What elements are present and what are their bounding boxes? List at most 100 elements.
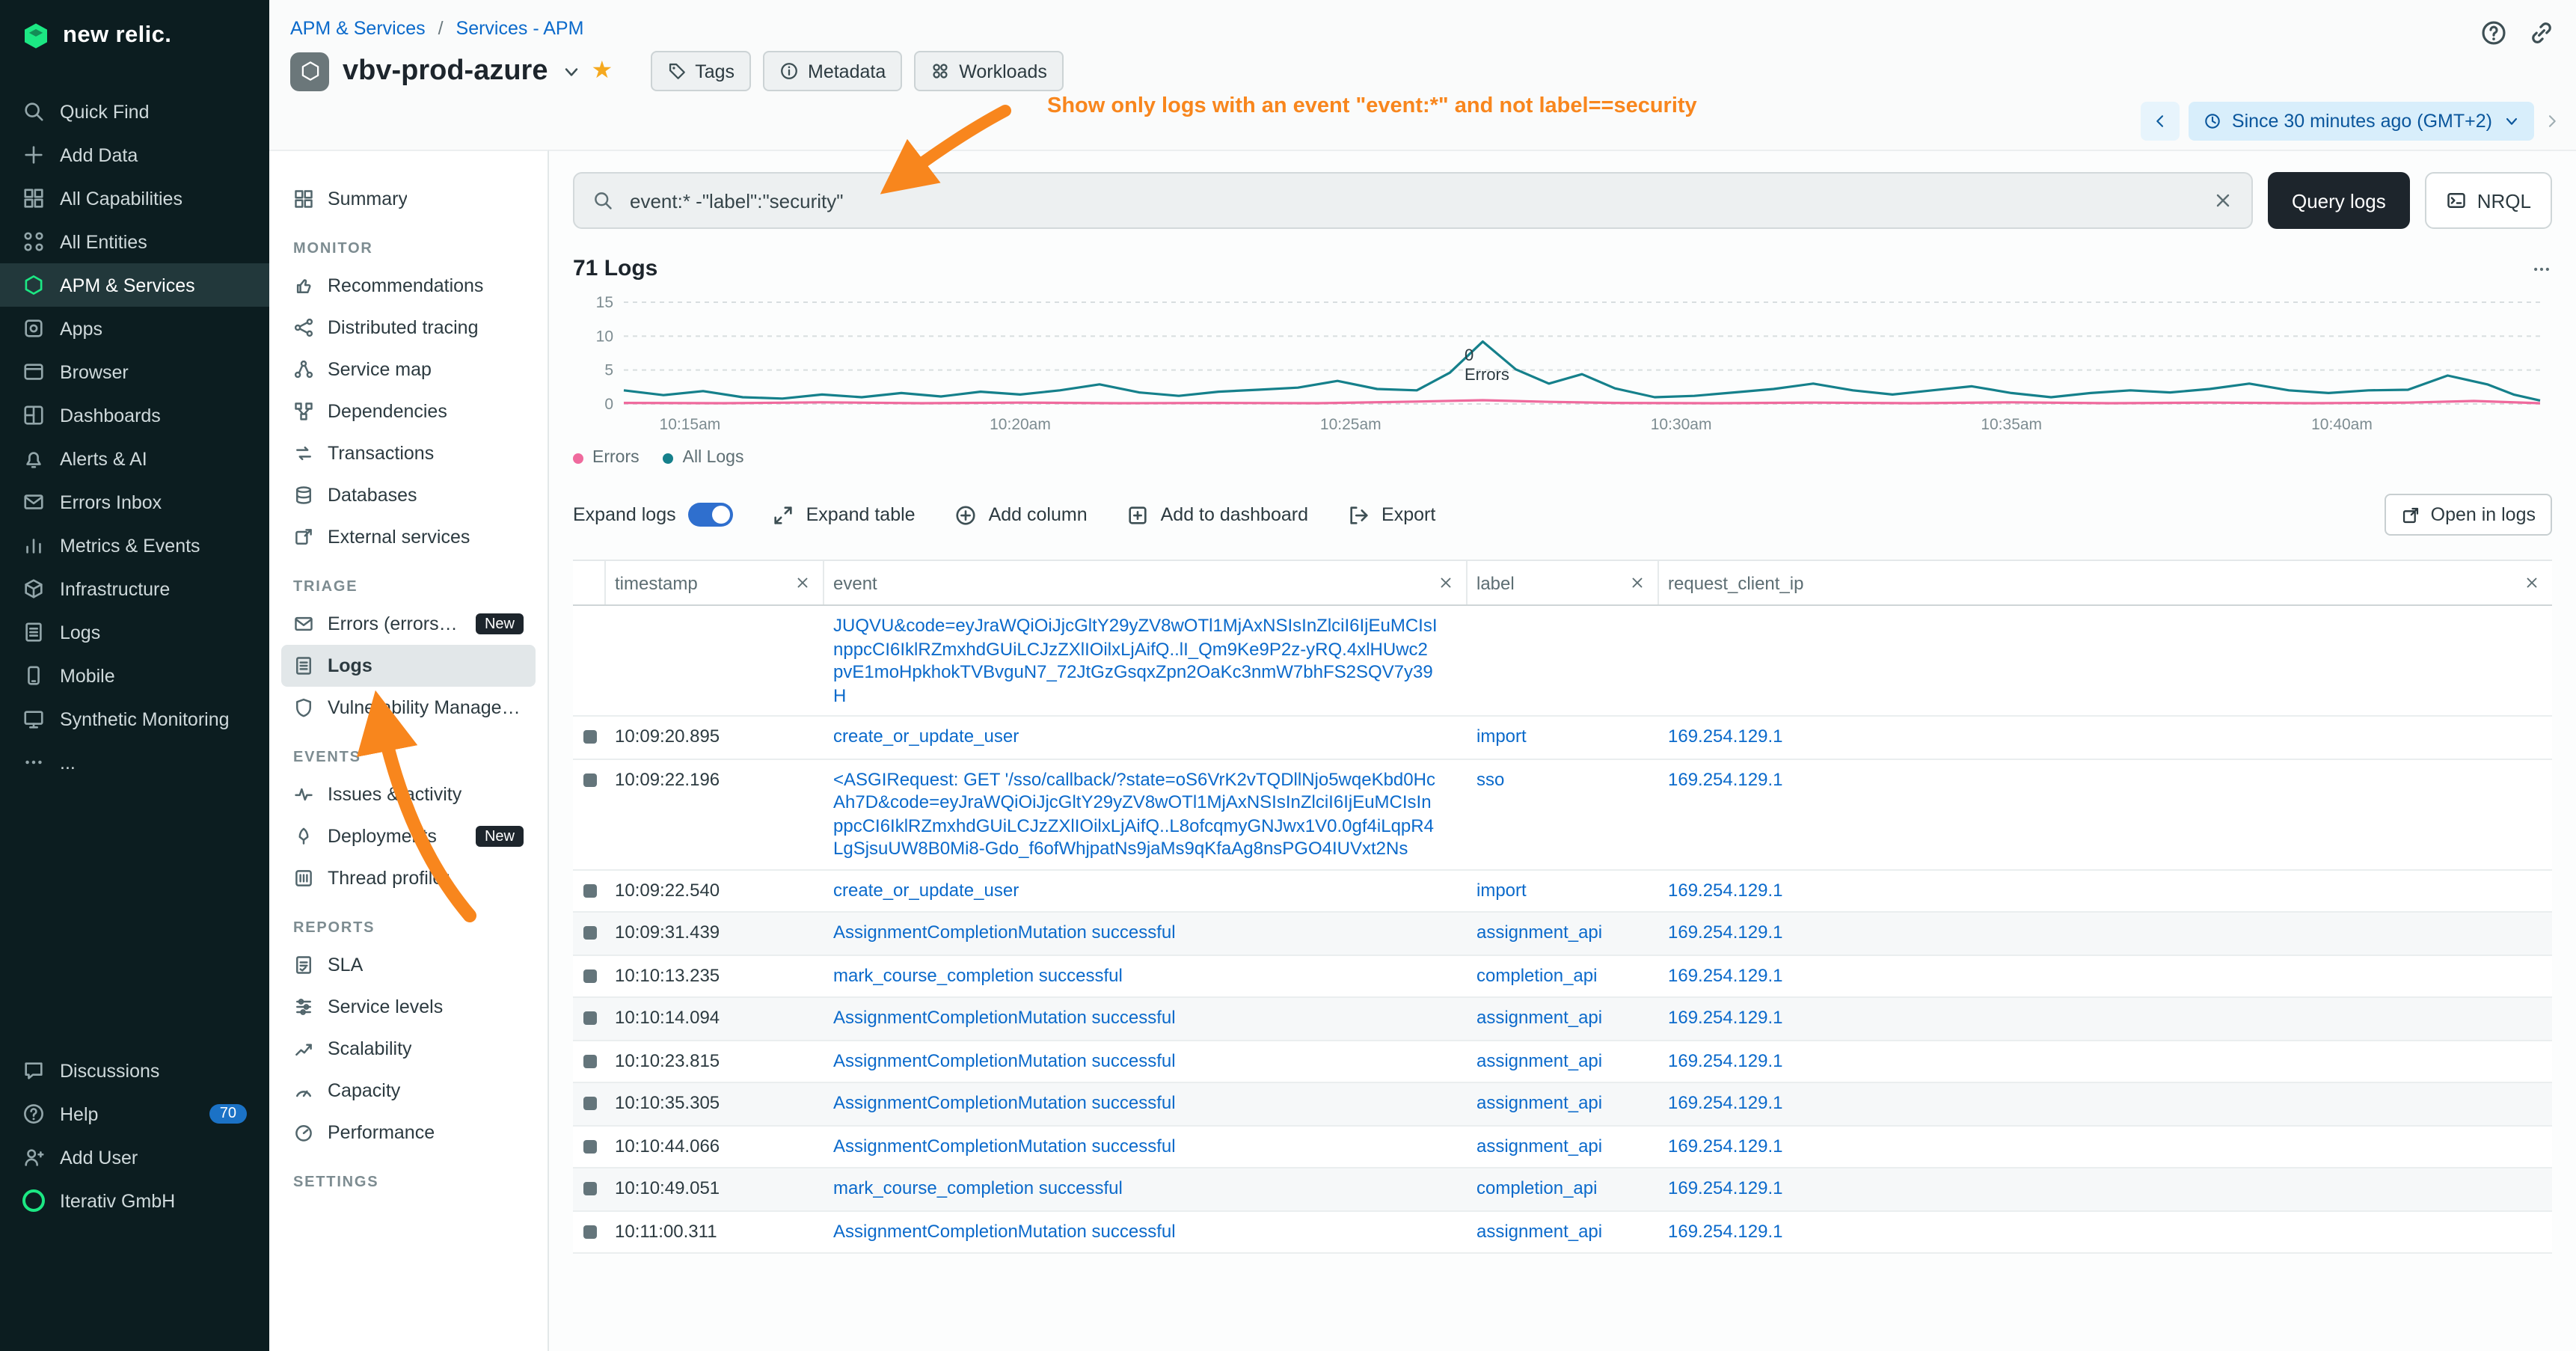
table-row[interactable]: 10:09:22.540create_or_update_userimport1… <box>573 870 2552 913</box>
workloads-button[interactable]: Workloads <box>914 51 1064 91</box>
entity-nav-item-service-levels[interactable]: Service levels <box>281 986 536 1028</box>
entity-nav-item-distributed-tracing[interactable]: Distributed tracing <box>281 307 536 349</box>
row-expand-icon[interactable] <box>583 883 597 897</box>
request-client-ip-cell[interactable]: 169.254.129.1 <box>1659 768 2552 791</box>
logs-query-box[interactable] <box>573 172 2253 229</box>
entity-nav-item-vulnerability-management[interactable]: Vulnerability Management <box>281 687 536 729</box>
label-cell[interactable]: assignment_api <box>1468 1050 1659 1073</box>
entity-nav-item-errors-errors-inb[interactable]: Errors (errors inb...New <box>281 603 536 645</box>
sidebar-footer-item-iterativ-gmbh[interactable]: Iterativ GmbH <box>0 1179 269 1222</box>
entity-nav-item-thread-profiler[interactable]: Thread profiler <box>281 857 536 899</box>
clear-query-button[interactable] <box>2212 190 2233 211</box>
table-row[interactable]: 10:09:20.895create_or_update_userimport1… <box>573 717 2552 759</box>
sidebar-item-more[interactable]: ... <box>0 741 269 784</box>
legend-item-all-logs[interactable]: All Logs <box>663 449 744 467</box>
sidebar-item-all-capabilities[interactable]: All Capabilities <box>0 177 269 220</box>
event-cell[interactable]: create_or_update_user <box>824 879 1468 902</box>
sidebar-item-add-data[interactable]: Add Data <box>0 133 269 177</box>
table-row[interactable]: 10:09:31.439AssignmentCompletionMutation… <box>573 913 2552 955</box>
event-cell[interactable]: AssignmentCompletionMutation successful <box>824 1220 1468 1243</box>
event-cell[interactable]: mark_course_completion successful <box>824 964 1468 987</box>
help-button[interactable] <box>2480 19 2507 46</box>
request-client-ip-cell[interactable]: 169.254.129.1 <box>1659 1050 2552 1073</box>
event-cell[interactable]: create_or_update_user <box>824 726 1468 749</box>
legend-item-errors[interactable]: Errors <box>573 449 640 467</box>
entity-nav-item-capacity[interactable]: Capacity <box>281 1070 536 1112</box>
expand-logs-toggle[interactable] <box>688 503 733 527</box>
sidebar-footer-item-help[interactable]: Help70 <box>0 1092 269 1136</box>
request-client-ip-cell[interactable]: 169.254.129.1 <box>1659 726 2552 749</box>
row-expand-icon[interactable] <box>583 773 597 786</box>
tags-button[interactable]: Tags <box>650 51 751 91</box>
favorite-star-icon[interactable]: ★ <box>592 59 613 83</box>
remove-column-label-button[interactable] <box>1629 575 1646 591</box>
event-cell[interactable]: mark_course_completion successful <box>824 1177 1468 1201</box>
label-cell[interactable]: import <box>1468 726 1659 749</box>
label-cell[interactable]: completion_api <box>1468 1177 1659 1201</box>
request-client-ip-cell[interactable]: 169.254.129.1 <box>1659 1007 2552 1030</box>
sidebar-item-apps[interactable]: Apps <box>0 307 269 350</box>
table-row[interactable]: 10:10:23.815AssignmentCompletionMutation… <box>573 1041 2552 1083</box>
time-back-button[interactable] <box>2141 102 2180 141</box>
entity-nav-item-dependencies[interactable]: Dependencies <box>281 390 536 432</box>
label-cell[interactable]: sso <box>1468 768 1659 791</box>
remove-column-timestamp-button[interactable] <box>794 575 811 591</box>
brand-logo[interactable]: new relic. <box>0 0 269 72</box>
entity-nav-item-logs[interactable]: Logs <box>281 645 536 687</box>
sidebar-item-quick-find[interactable]: Quick Find <box>0 90 269 133</box>
label-cell[interactable]: assignment_api <box>1468 1007 1659 1030</box>
request-client-ip-cell[interactable]: 169.254.129.1 <box>1659 1135 2552 1158</box>
label-cell[interactable]: completion_api <box>1468 964 1659 987</box>
sidebar-footer-item-discussions[interactable]: Discussions <box>0 1049 269 1092</box>
entity-nav-item-issues-activity[interactable]: Issues & activity <box>281 773 536 815</box>
logs-query-input[interactable] <box>627 188 2199 213</box>
sidebar-item-alerts-ai[interactable]: Alerts & AI <box>0 437 269 480</box>
label-cell[interactable]: assignment_api <box>1468 1220 1659 1243</box>
permalink-button[interactable] <box>2528 19 2555 46</box>
request-client-ip-cell[interactable]: 169.254.129.1 <box>1659 964 2552 987</box>
export-button[interactable]: Export <box>1347 503 1435 526</box>
entity-nav-item-service-map[interactable]: Service map <box>281 349 536 390</box>
row-expand-icon[interactable] <box>583 1097 597 1110</box>
entity-nav-item-transactions[interactable]: Transactions <box>281 432 536 474</box>
entity-nav-item-summary[interactable]: Summary <box>281 178 536 220</box>
request-client-ip-cell[interactable]: 169.254.129.1 <box>1659 1177 2552 1201</box>
row-expand-icon[interactable] <box>583 1054 597 1067</box>
label-cell[interactable]: assignment_api <box>1468 1092 1659 1115</box>
entity-nav-item-external-services[interactable]: External services <box>281 516 536 558</box>
event-cell[interactable]: JUQVU&code=eyJraWQiOiJjcGltY29yZV8wOTl1M… <box>824 615 1468 708</box>
sidebar-item-infrastructure[interactable]: Infrastructure <box>0 567 269 610</box>
table-row[interactable]: 10:10:13.235mark_course_completion succe… <box>573 955 2552 998</box>
sidebar-item-errors-inbox[interactable]: Errors Inbox <box>0 480 269 524</box>
add-column-button[interactable]: Add column <box>954 503 1088 526</box>
table-row[interactable]: 10:10:44.066AssignmentCompletionMutation… <box>573 1126 2552 1168</box>
request-client-ip-cell[interactable]: 169.254.129.1 <box>1659 922 2552 945</box>
more-options-button[interactable] <box>2531 258 2552 279</box>
sidebar-item-mobile[interactable]: Mobile <box>0 654 269 697</box>
table-row[interactable]: 10:10:35.305AssignmentCompletionMutation… <box>573 1083 2552 1126</box>
table-row[interactable]: 10:09:22.196<ASGIRequest: GET '/sso/call… <box>573 759 2552 870</box>
entity-nav-item-databases[interactable]: Databases <box>281 474 536 516</box>
row-expand-icon[interactable] <box>583 1139 597 1153</box>
row-expand-icon[interactable] <box>583 1011 597 1025</box>
label-cell[interactable]: import <box>1468 879 1659 902</box>
request-client-ip-cell[interactable]: 169.254.129.1 <box>1659 1220 2552 1243</box>
time-forward-button[interactable] <box>2543 112 2561 130</box>
event-cell[interactable]: AssignmentCompletionMutation successful <box>824 1135 1468 1158</box>
label-cell[interactable]: assignment_api <box>1468 922 1659 945</box>
row-expand-icon[interactable] <box>583 1225 597 1238</box>
entity-nav-item-performance[interactable]: Performance <box>281 1112 536 1154</box>
entity-nav-item-deployments[interactable]: DeploymentsNew <box>281 815 536 857</box>
query-logs-button[interactable]: Query logs <box>2268 172 2410 229</box>
table-row[interactable]: 10:10:14.094AssignmentCompletionMutation… <box>573 998 2552 1041</box>
table-row[interactable]: JUQVU&code=eyJraWQiOiJjcGltY29yZV8wOTl1M… <box>573 606 2552 717</box>
remove-column-request-client-ip-button[interactable] <box>2524 575 2540 591</box>
sidebar-item-synthetic-monitoring[interactable]: Synthetic Monitoring <box>0 697 269 741</box>
event-cell[interactable]: AssignmentCompletionMutation successful <box>824 922 1468 945</box>
expand-table-button[interactable]: Expand table <box>772 503 916 526</box>
sidebar-item-all-entities[interactable]: All Entities <box>0 220 269 263</box>
entity-dropdown-caret[interactable] <box>562 61 578 82</box>
breadcrumb-services-apm[interactable]: Services - APM <box>456 18 584 39</box>
row-expand-icon[interactable] <box>583 926 597 940</box>
remove-column-event-button[interactable] <box>1438 575 1454 591</box>
